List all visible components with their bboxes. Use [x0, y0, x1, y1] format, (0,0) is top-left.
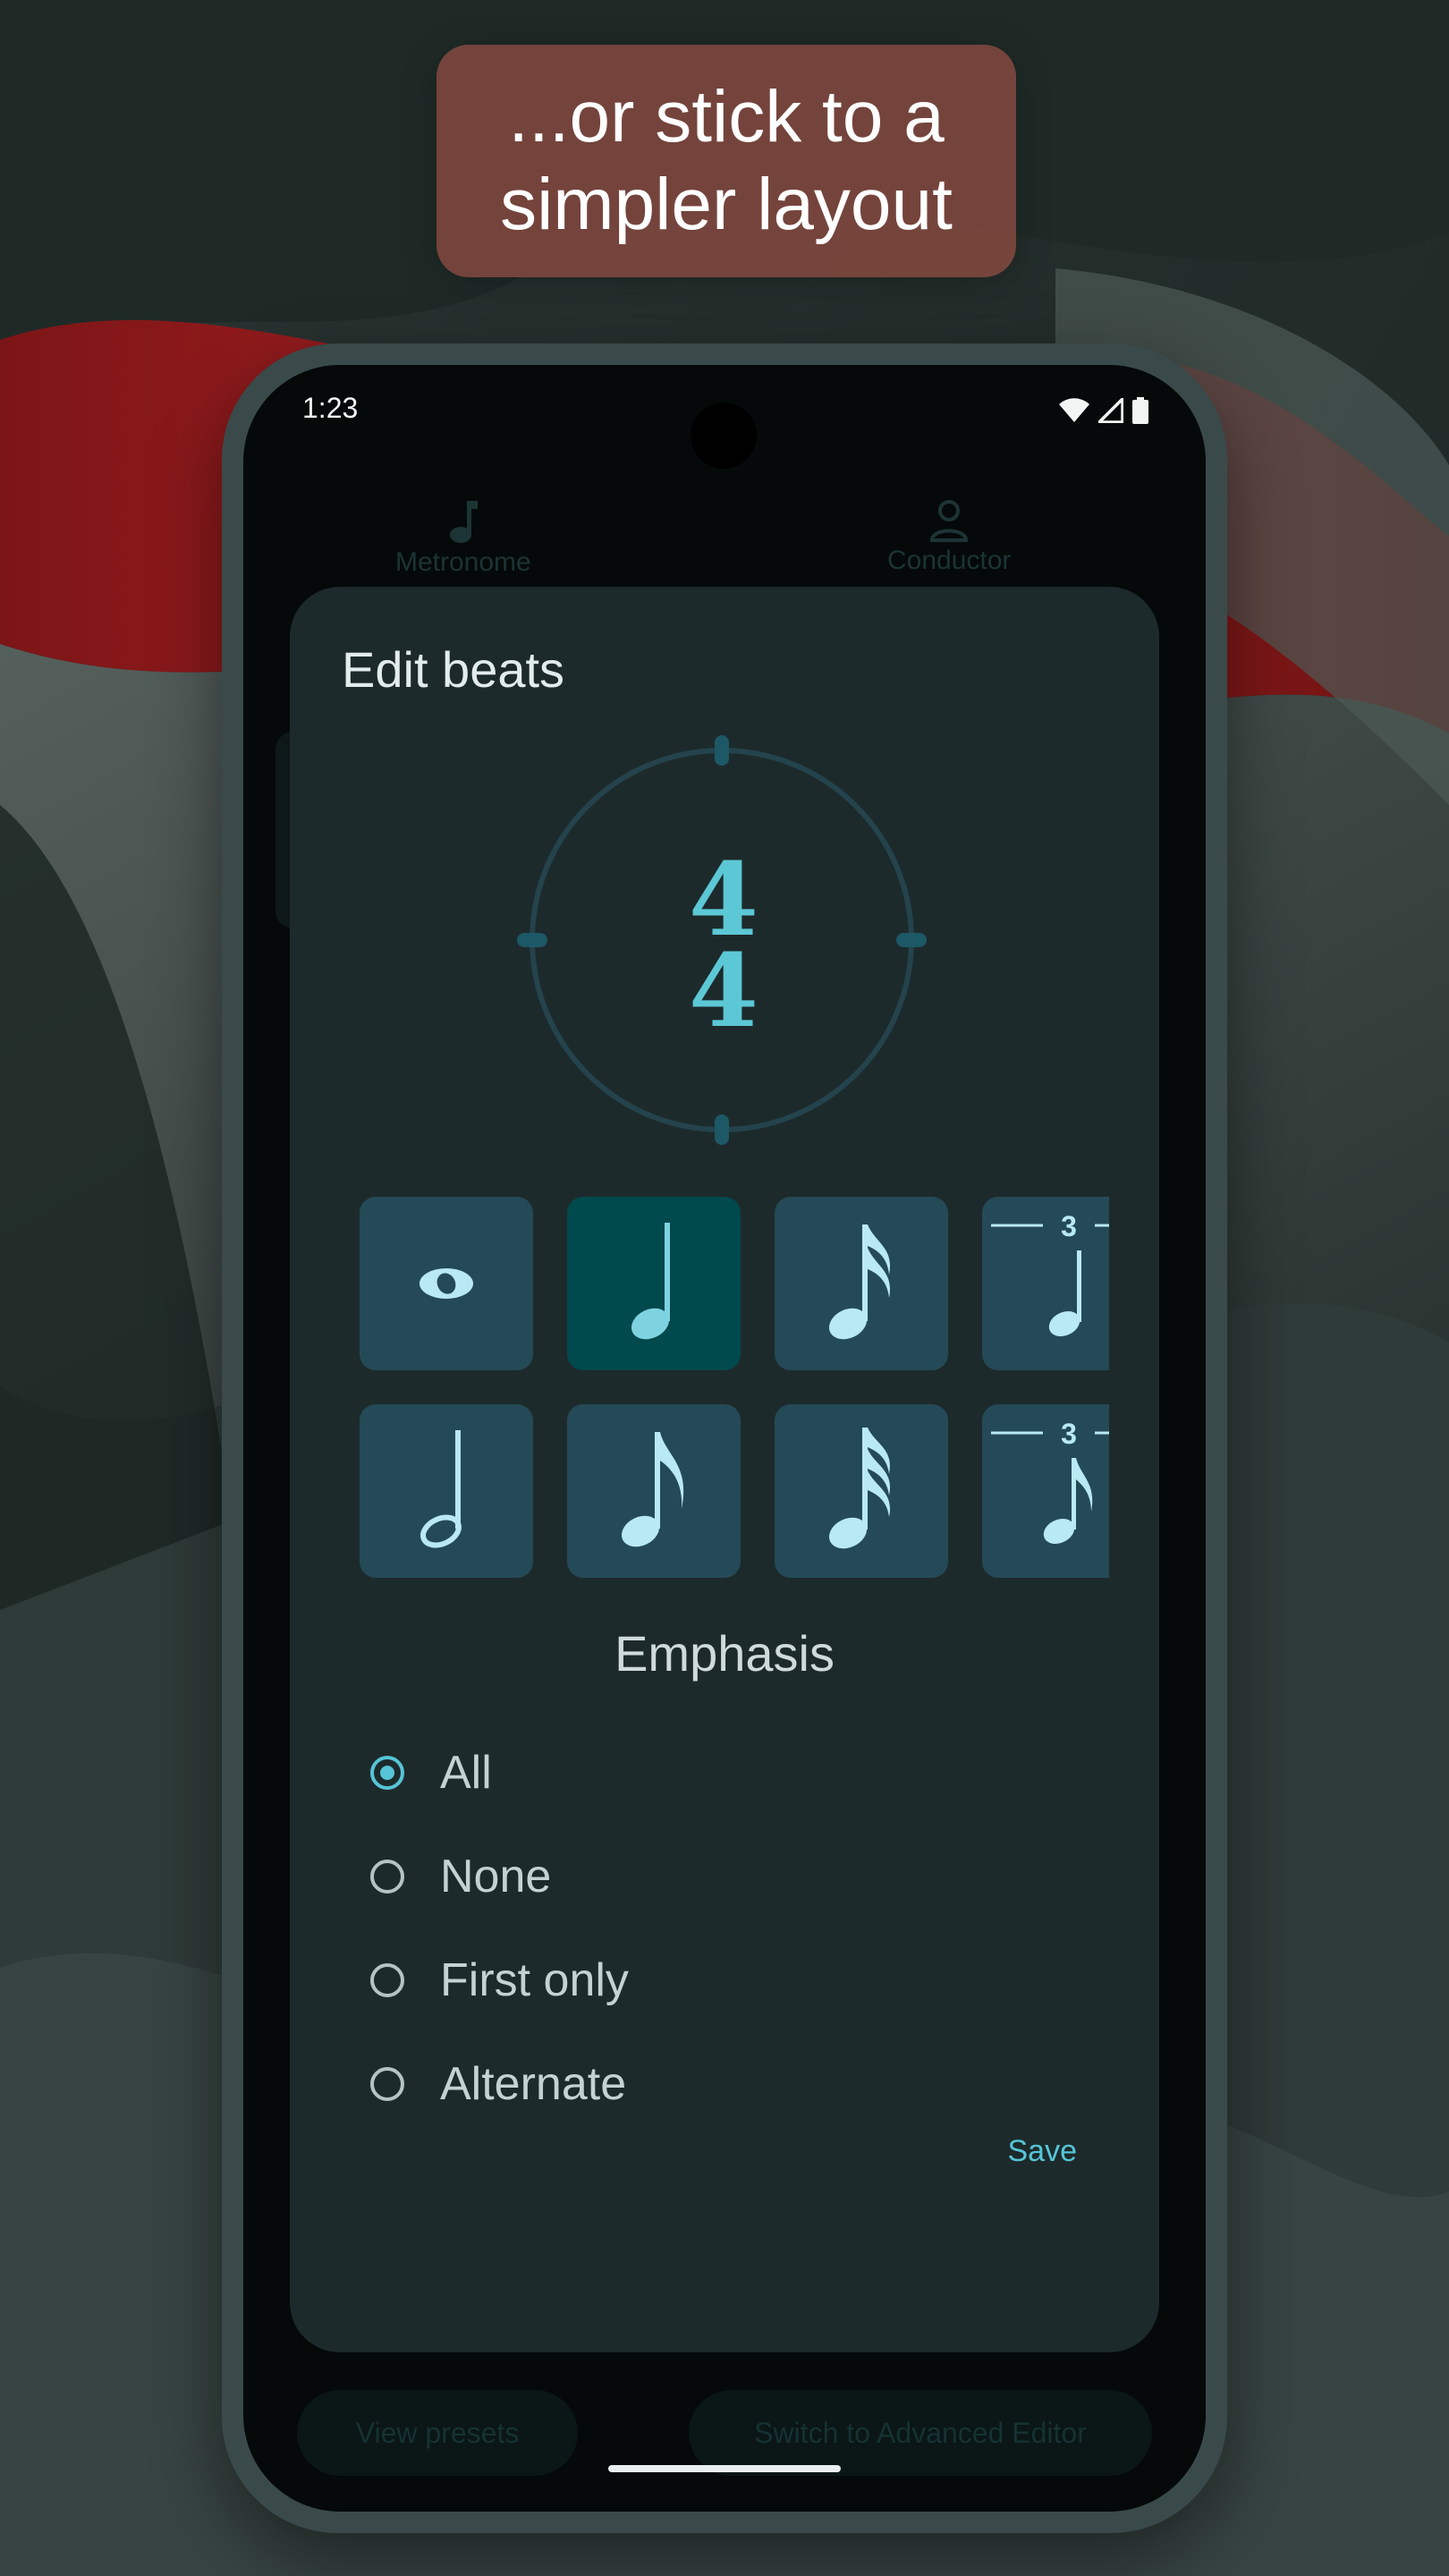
radio-first-only[interactable] — [370, 1963, 404, 1997]
half-note-tile[interactable] — [360, 1404, 533, 1578]
emphasis-option-label: First only — [440, 1954, 629, 2006]
emphasis-option-all[interactable]: All — [370, 1737, 492, 1809]
front-camera — [691, 402, 757, 469]
edit-beats-dialog: Edit beats 4 4 3 3 Emphasis All None Fir… — [290, 587, 1159, 2352]
phone-screen: 1:23 Metronome Conductor View presets Sw… — [243, 365, 1206, 2512]
status-icons — [1059, 397, 1148, 424]
emphasis-option-label: All — [440, 1747, 492, 1799]
tab-conductor[interactable]: Conductor — [887, 499, 1011, 576]
time-signature[interactable]: 4 4 — [630, 851, 818, 1050]
emphasis-heading: Emphasis — [614, 1625, 835, 1682]
quarter-note-icon — [631, 1223, 670, 1340]
view-presets-label: View presets — [355, 2416, 520, 2449]
tab-metronome-label: Metronome — [395, 547, 531, 577]
half-note-icon — [420, 1430, 462, 1548]
sixteenth-note-tile[interactable] — [775, 1197, 948, 1370]
whole-note-tile[interactable] — [360, 1197, 533, 1370]
music-note-icon — [449, 501, 478, 543]
eighth-note-icon — [621, 1432, 684, 1547]
eighth-note-tile[interactable] — [567, 1404, 741, 1578]
tab-metronome[interactable]: Metronome — [395, 499, 531, 578]
emphasis-option-none[interactable]: None — [370, 1841, 551, 1912]
tab-conductor-label: Conductor — [887, 546, 1012, 575]
radio-none[interactable] — [370, 1860, 404, 1894]
person-icon — [930, 500, 969, 542]
switch-advanced-editor-button[interactable]: Switch to Advanced Editor — [689, 2390, 1152, 2476]
quarter-note-triplet-tile[interactable]: 3 — [982, 1197, 1109, 1370]
sixteenth-note-icon — [828, 1224, 891, 1340]
quarter-note-tile[interactable] — [567, 1197, 741, 1370]
home-indicator[interactable] — [608, 2465, 841, 2472]
radio-all[interactable] — [370, 1756, 404, 1790]
emphasis-option-label: None — [440, 1851, 552, 1902]
emphasis-option-first-only[interactable]: First only — [370, 1945, 629, 2016]
switch-advanced-editor-label: Switch to Advanced Editor — [754, 2416, 1087, 2449]
emphasis-option-label: Alternate — [440, 2058, 627, 2110]
signal-icon — [1098, 398, 1123, 423]
radio-alternate[interactable] — [370, 2067, 404, 2101]
battery-icon — [1132, 397, 1148, 424]
whole-note-icon — [419, 1268, 473, 1299]
note-value-grid: 3 3 — [360, 1197, 1109, 1581]
triplet-label: 3 — [1061, 1210, 1077, 1242]
thirty-second-note-icon — [828, 1428, 891, 1549]
view-presets-button[interactable]: View presets — [297, 2390, 578, 2476]
time-signature-denominator: 4 — [689, 933, 758, 1050]
eighth-note-triplet-icon: 3 — [991, 1418, 1109, 1545]
quarter-note-triplet-icon: 3 — [991, 1210, 1109, 1337]
eighth-note-triplet-tile[interactable]: 3 — [982, 1404, 1109, 1578]
emphasis-option-alternate[interactable]: Alternate — [370, 2048, 626, 2120]
triplet-label: 3 — [1061, 1418, 1077, 1450]
status-time: 1:23 — [302, 392, 359, 424]
caption-banner: ...or stick to a simpler layout — [436, 45, 1016, 277]
phone-frame: 1:23 Metronome Conductor View presets Sw… — [222, 343, 1227, 2533]
save-button[interactable]: Save — [1008, 2134, 1078, 2169]
dialog-title: Edit beats — [342, 641, 565, 698]
wifi-icon — [1059, 398, 1089, 422]
thirty-second-note-tile[interactable] — [775, 1404, 948, 1578]
caption-text: ...or stick to a simpler layout — [500, 76, 953, 245]
